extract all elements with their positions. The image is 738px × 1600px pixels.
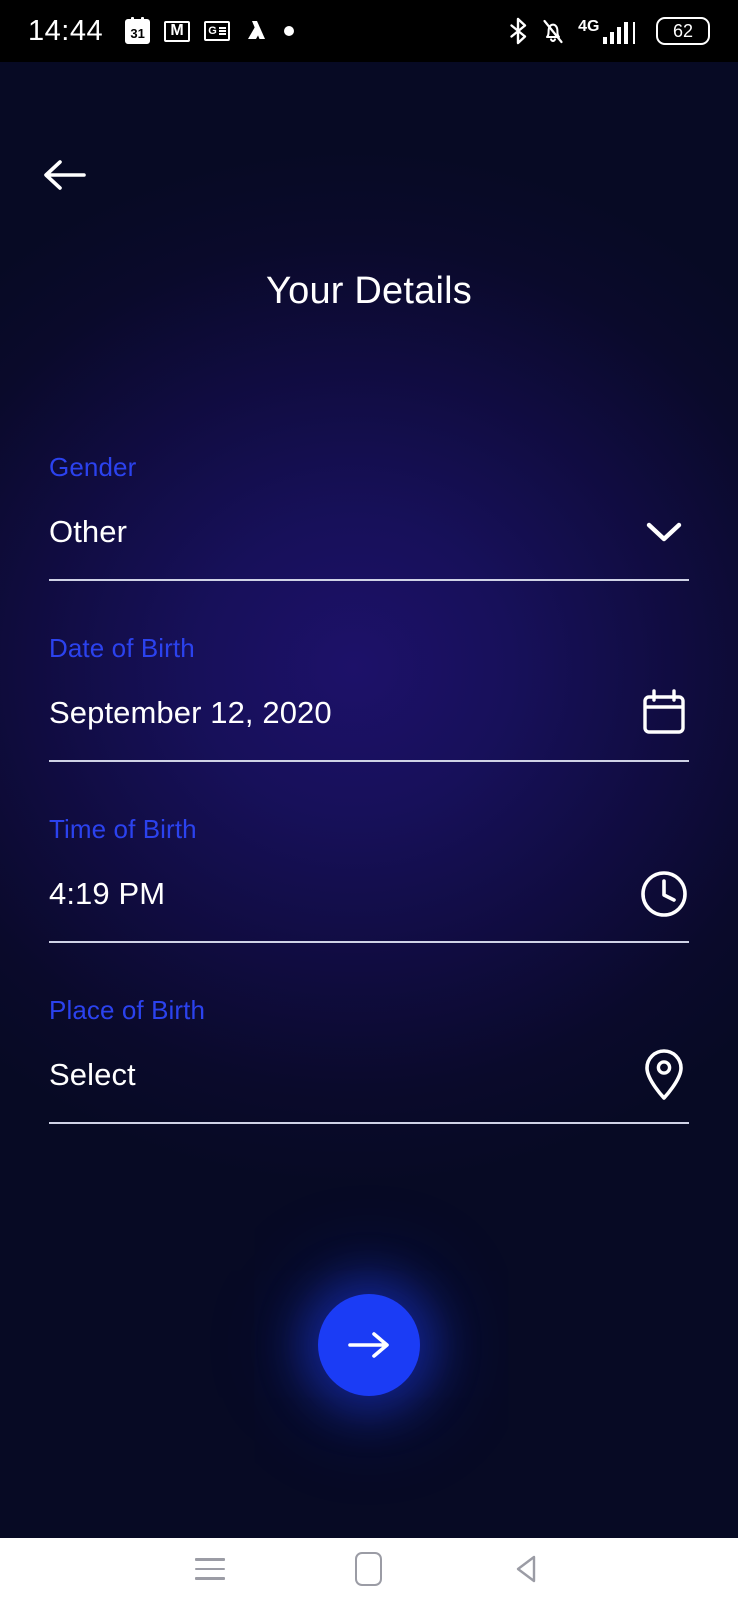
field-gender: Gender Other xyxy=(49,452,689,581)
location-pin-icon[interactable] xyxy=(639,1049,689,1100)
next-button[interactable] xyxy=(318,1294,420,1396)
battery-percent-label: 62 xyxy=(672,21,694,41)
google-news-icon: G xyxy=(204,21,231,41)
mobile-signal-icon: 4G xyxy=(578,17,635,44)
nav-recents-button[interactable] xyxy=(175,1538,245,1600)
arrow-right-icon xyxy=(348,1332,389,1358)
bluetooth-icon xyxy=(508,17,528,45)
back-triangle-icon xyxy=(517,1555,536,1583)
field-label-date-of-birth: Date of Birth xyxy=(49,633,195,663)
status-bar-notification-icons: 31 G xyxy=(125,16,295,44)
nav-back-button[interactable] xyxy=(493,1538,563,1600)
status-bar: 14:44 31 G xyxy=(0,0,738,62)
next-button-container xyxy=(0,1294,738,1396)
google-news-icon-letter: G xyxy=(208,24,217,37)
field-row-place-of-birth[interactable]: Select xyxy=(49,1049,689,1124)
details-form: Gender Other Date of Birth September 12,… xyxy=(49,452,689,1176)
app-content: Your Details Gender Other Date of Birth xyxy=(0,62,738,1538)
notifications-off-icon xyxy=(541,18,565,44)
field-label-time-of-birth: Time of Birth xyxy=(49,814,197,844)
sim-divider xyxy=(633,21,635,44)
field-label-gender: Gender xyxy=(49,452,137,482)
signal-bars-icon xyxy=(602,21,628,44)
field-date-of-birth: Date of Birth September 12, 2020 xyxy=(49,633,689,762)
phone-screen: 14:44 31 G xyxy=(0,0,738,1600)
chevron-down-icon[interactable] xyxy=(639,507,689,557)
back-button[interactable] xyxy=(34,144,96,206)
notification-dot-icon xyxy=(284,26,295,36)
field-label-place-of-birth: Place of Birth xyxy=(49,995,206,1025)
field-value-date-of-birth: September 12, 2020 xyxy=(49,695,332,730)
field-value-time-of-birth: 4:19 PM xyxy=(49,876,166,911)
field-row-gender[interactable]: Other xyxy=(49,507,689,581)
arrow-left-icon xyxy=(44,160,86,190)
field-row-date-of-birth[interactable]: September 12, 2020 xyxy=(49,688,689,762)
field-place-of-birth: Place of Birth Select xyxy=(49,995,689,1124)
field-row-time-of-birth[interactable]: 4:19 PM xyxy=(49,869,689,943)
field-value-place-of-birth: Select xyxy=(49,1057,136,1092)
recents-icon xyxy=(194,1558,225,1580)
calendar-icon: 31 xyxy=(125,16,151,44)
network-type-label: 4G xyxy=(578,17,600,35)
android-nav-bar xyxy=(0,1538,738,1600)
field-time-of-birth: Time of Birth 4:19 PM xyxy=(49,814,689,943)
status-bar-system-icons: 4G 62 xyxy=(508,17,710,45)
gmail-icon xyxy=(164,20,191,42)
calendar-icon-day: 31 xyxy=(130,25,145,41)
page-title: Your Details xyxy=(266,270,472,312)
clock-icon[interactable] xyxy=(639,869,689,919)
status-bar-clock: 14:44 xyxy=(28,14,104,47)
battery-icon: 62 xyxy=(656,17,710,45)
field-value-gender: Other xyxy=(49,514,128,549)
calendar-icon[interactable] xyxy=(639,688,689,738)
google-drive-icon xyxy=(244,19,270,43)
nav-home-button[interactable] xyxy=(334,1538,404,1600)
home-icon xyxy=(355,1552,383,1586)
google-news-icon-bars xyxy=(218,26,226,36)
